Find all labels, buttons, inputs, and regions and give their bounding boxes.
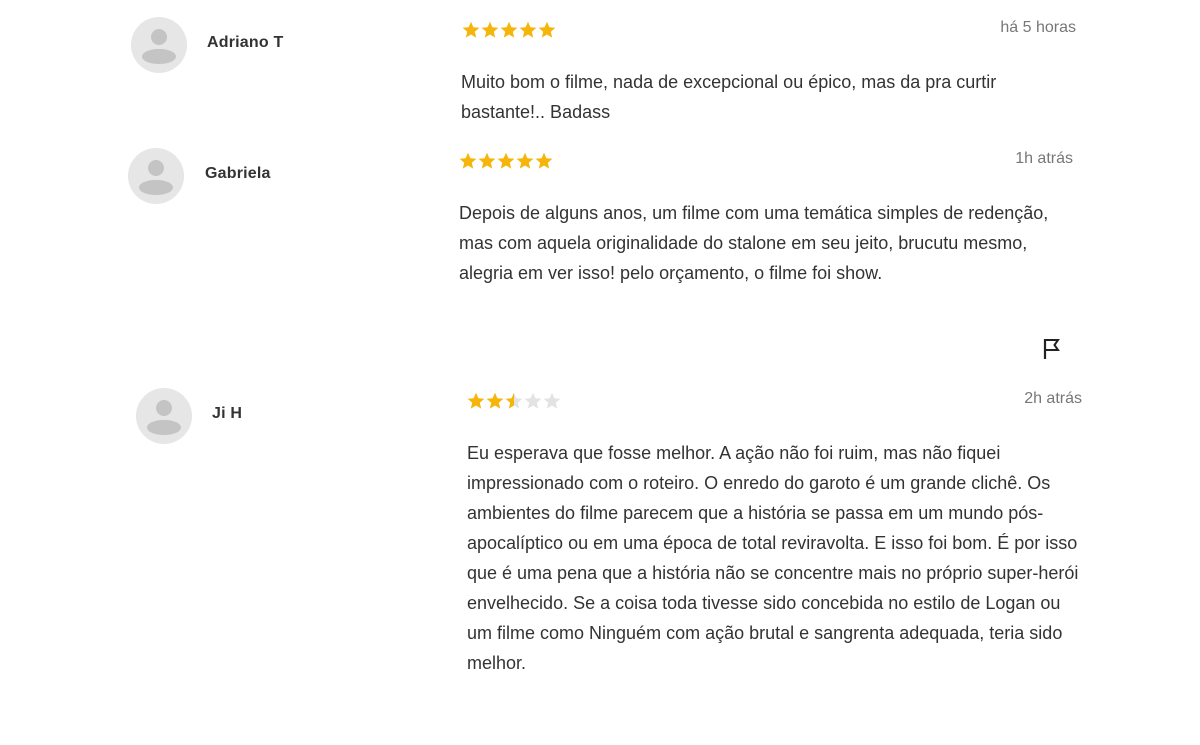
review-time: 2h atrás (1024, 390, 1082, 407)
star-icon (500, 21, 518, 38)
star-icon (505, 392, 523, 409)
review-text: Eu esperava que fosse melhor. A ação não… (467, 443, 1079, 673)
review-author: Ji H (212, 405, 243, 422)
review-author: Adriano T (207, 34, 284, 51)
star-icon (538, 21, 556, 38)
star-icon (535, 152, 553, 169)
flag-icon[interactable] (1041, 337, 1063, 361)
star-icon (459, 152, 477, 169)
star-icon (524, 392, 542, 409)
star-icon (486, 392, 504, 409)
star-icon (462, 21, 480, 38)
star-icon (519, 21, 537, 38)
review-author: Gabriela (205, 165, 271, 182)
review-time: há 5 horas (1000, 19, 1076, 36)
star-rating (467, 392, 561, 410)
star-icon (516, 152, 534, 169)
user-avatar-icon (131, 17, 187, 73)
user-avatar-icon (128, 148, 184, 204)
review-text: Muito bom o filme, nada de excepcional o… (461, 72, 997, 122)
review-time: 1h atrás (1015, 150, 1073, 167)
user-avatar-icon (136, 388, 192, 444)
star-icon (497, 152, 515, 169)
star-icon (467, 392, 485, 409)
star-rating (462, 21, 556, 39)
star-icon (478, 152, 496, 169)
star-icon (481, 21, 499, 38)
star-icon (543, 392, 561, 409)
star-rating (459, 152, 553, 170)
review-text: Depois de alguns anos, um filme com uma … (459, 203, 1049, 283)
